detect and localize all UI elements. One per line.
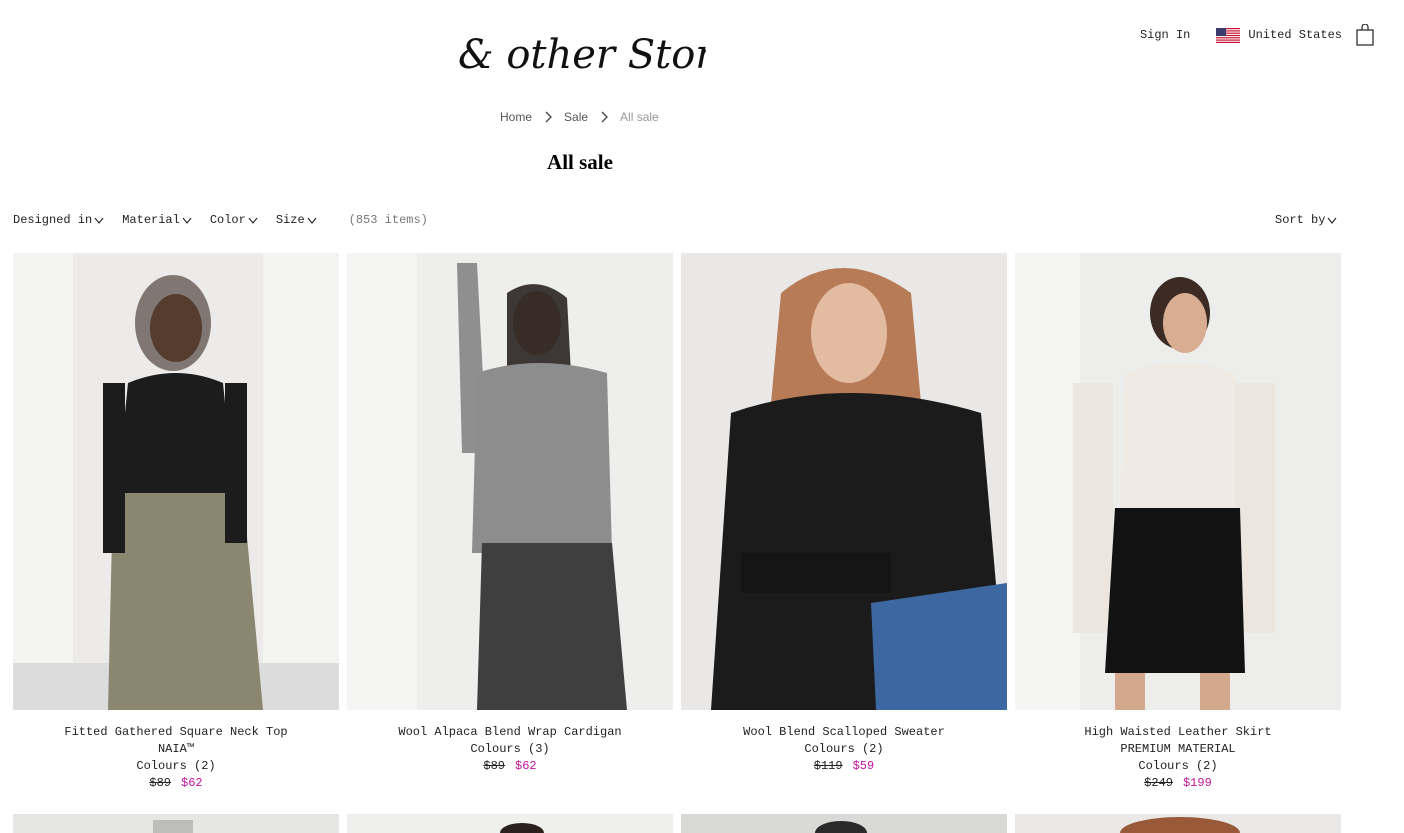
- product-grid-next-row: [13, 814, 1341, 833]
- chevron-right-icon: [601, 111, 608, 123]
- header-actions: Sign In United States: [1140, 24, 1374, 46]
- product-colours[interactable]: Colours (2): [64, 758, 287, 775]
- sign-in-link[interactable]: Sign In: [1140, 28, 1190, 42]
- product-image[interactable]: [13, 814, 339, 833]
- sale-price: $62: [181, 776, 203, 790]
- filter-material[interactable]: Material: [122, 213, 192, 227]
- svg-text:& other Stories: & other Stories: [458, 32, 706, 78]
- filter-label: Color: [209, 213, 246, 227]
- sort-label: Sort by: [1275, 213, 1326, 227]
- product-image[interactable]: [1015, 253, 1341, 710]
- page-title: All sale: [547, 150, 613, 174]
- price-row: $89 $62: [398, 758, 621, 775]
- product-image[interactable]: [13, 253, 339, 710]
- logo-wordmark: & other Stories: [458, 32, 771, 78]
- breadcrumb-home[interactable]: Home: [500, 110, 532, 124]
- filter-label: Material: [122, 213, 180, 227]
- filter-size[interactable]: Size: [276, 213, 317, 227]
- chevron-down-icon: [182, 217, 192, 224]
- product-info: Wool Blend Scalloped Sweater Colours (2)…: [743, 724, 945, 775]
- country-label: United States: [1248, 28, 1342, 42]
- product-card[interactable]: High Waisted Leather Skirt PREMIUM MATER…: [1015, 253, 1341, 792]
- product-grid: Fitted Gathered Square Neck Top NAIA™ Co…: [13, 253, 1342, 792]
- original-price: $119: [813, 759, 843, 773]
- chevron-right-icon: [545, 111, 552, 123]
- price-row: $249 $199: [1084, 775, 1271, 792]
- product-name[interactable]: High Waisted Leather Skirt: [1084, 724, 1271, 741]
- chevron-down-icon: [307, 217, 317, 224]
- product-image[interactable]: [347, 253, 673, 710]
- product-tag: NAIA™: [157, 742, 194, 756]
- product-name[interactable]: Fitted Gathered Square Neck Top: [64, 724, 287, 741]
- filter-bar: Designed in Material Color Size (853 ite…: [13, 213, 428, 227]
- product-tag: PREMIUM MATERIAL: [1120, 742, 1236, 756]
- breadcrumb-current: All sale: [620, 110, 659, 124]
- breadcrumb: Home Sale All sale: [500, 110, 659, 124]
- sale-price: $62: [515, 759, 537, 773]
- product-info: Wool Alpaca Blend Wrap Cardigan Colours …: [398, 724, 621, 775]
- brand-logo[interactable]: & other Stories: [456, 30, 771, 78]
- product-card[interactable]: Wool Blend Scalloped Sweater Colours (2)…: [681, 253, 1007, 792]
- product-info: High Waisted Leather Skirt PREMIUM MATER…: [1084, 724, 1271, 792]
- original-price: $249: [1144, 776, 1173, 790]
- product-name[interactable]: Wool Blend Scalloped Sweater: [743, 724, 945, 741]
- item-count: (853 items): [348, 213, 428, 227]
- country-selector[interactable]: United States: [1216, 27, 1342, 43]
- breadcrumb-sale[interactable]: Sale: [564, 110, 588, 124]
- price-row: $89 $62: [64, 775, 287, 792]
- sale-price: $199: [1182, 776, 1212, 790]
- product-image[interactable]: [1015, 814, 1341, 833]
- filter-color[interactable]: Color: [210, 213, 258, 227]
- original-price: $89: [149, 776, 171, 790]
- us-flag-icon: [1216, 27, 1241, 43]
- product-colours[interactable]: Colours (3): [398, 741, 621, 758]
- original-price: $89: [483, 759, 505, 773]
- product-colours[interactable]: Colours (2): [1084, 758, 1271, 775]
- filter-designed-in[interactable]: Designed in: [13, 213, 104, 227]
- sale-price: $59: [852, 759, 875, 773]
- product-colours[interactable]: Colours (2): [743, 741, 945, 758]
- chevron-down-icon: [1327, 217, 1337, 224]
- product-image[interactable]: [681, 814, 1007, 833]
- product-image[interactable]: [347, 814, 673, 833]
- chevron-down-icon: [248, 217, 258, 224]
- product-card[interactable]: Fitted Gathered Square Neck Top NAIA™ Co…: [13, 253, 339, 792]
- product-info: Fitted Gathered Square Neck Top NAIA™ Co…: [64, 724, 287, 792]
- shopping-bag-icon[interactable]: [1356, 24, 1374, 46]
- filter-label: Designed in: [13, 213, 93, 227]
- sort-by-dropdown[interactable]: Sort by: [1275, 213, 1337, 227]
- price-row: $119 $59: [743, 758, 945, 775]
- filter-label: Size: [275, 213, 305, 227]
- product-card[interactable]: Wool Alpaca Blend Wrap Cardigan Colours …: [347, 253, 673, 792]
- product-image[interactable]: [681, 253, 1007, 710]
- product-name[interactable]: Wool Alpaca Blend Wrap Cardigan: [398, 724, 621, 741]
- chevron-down-icon: [94, 217, 104, 224]
